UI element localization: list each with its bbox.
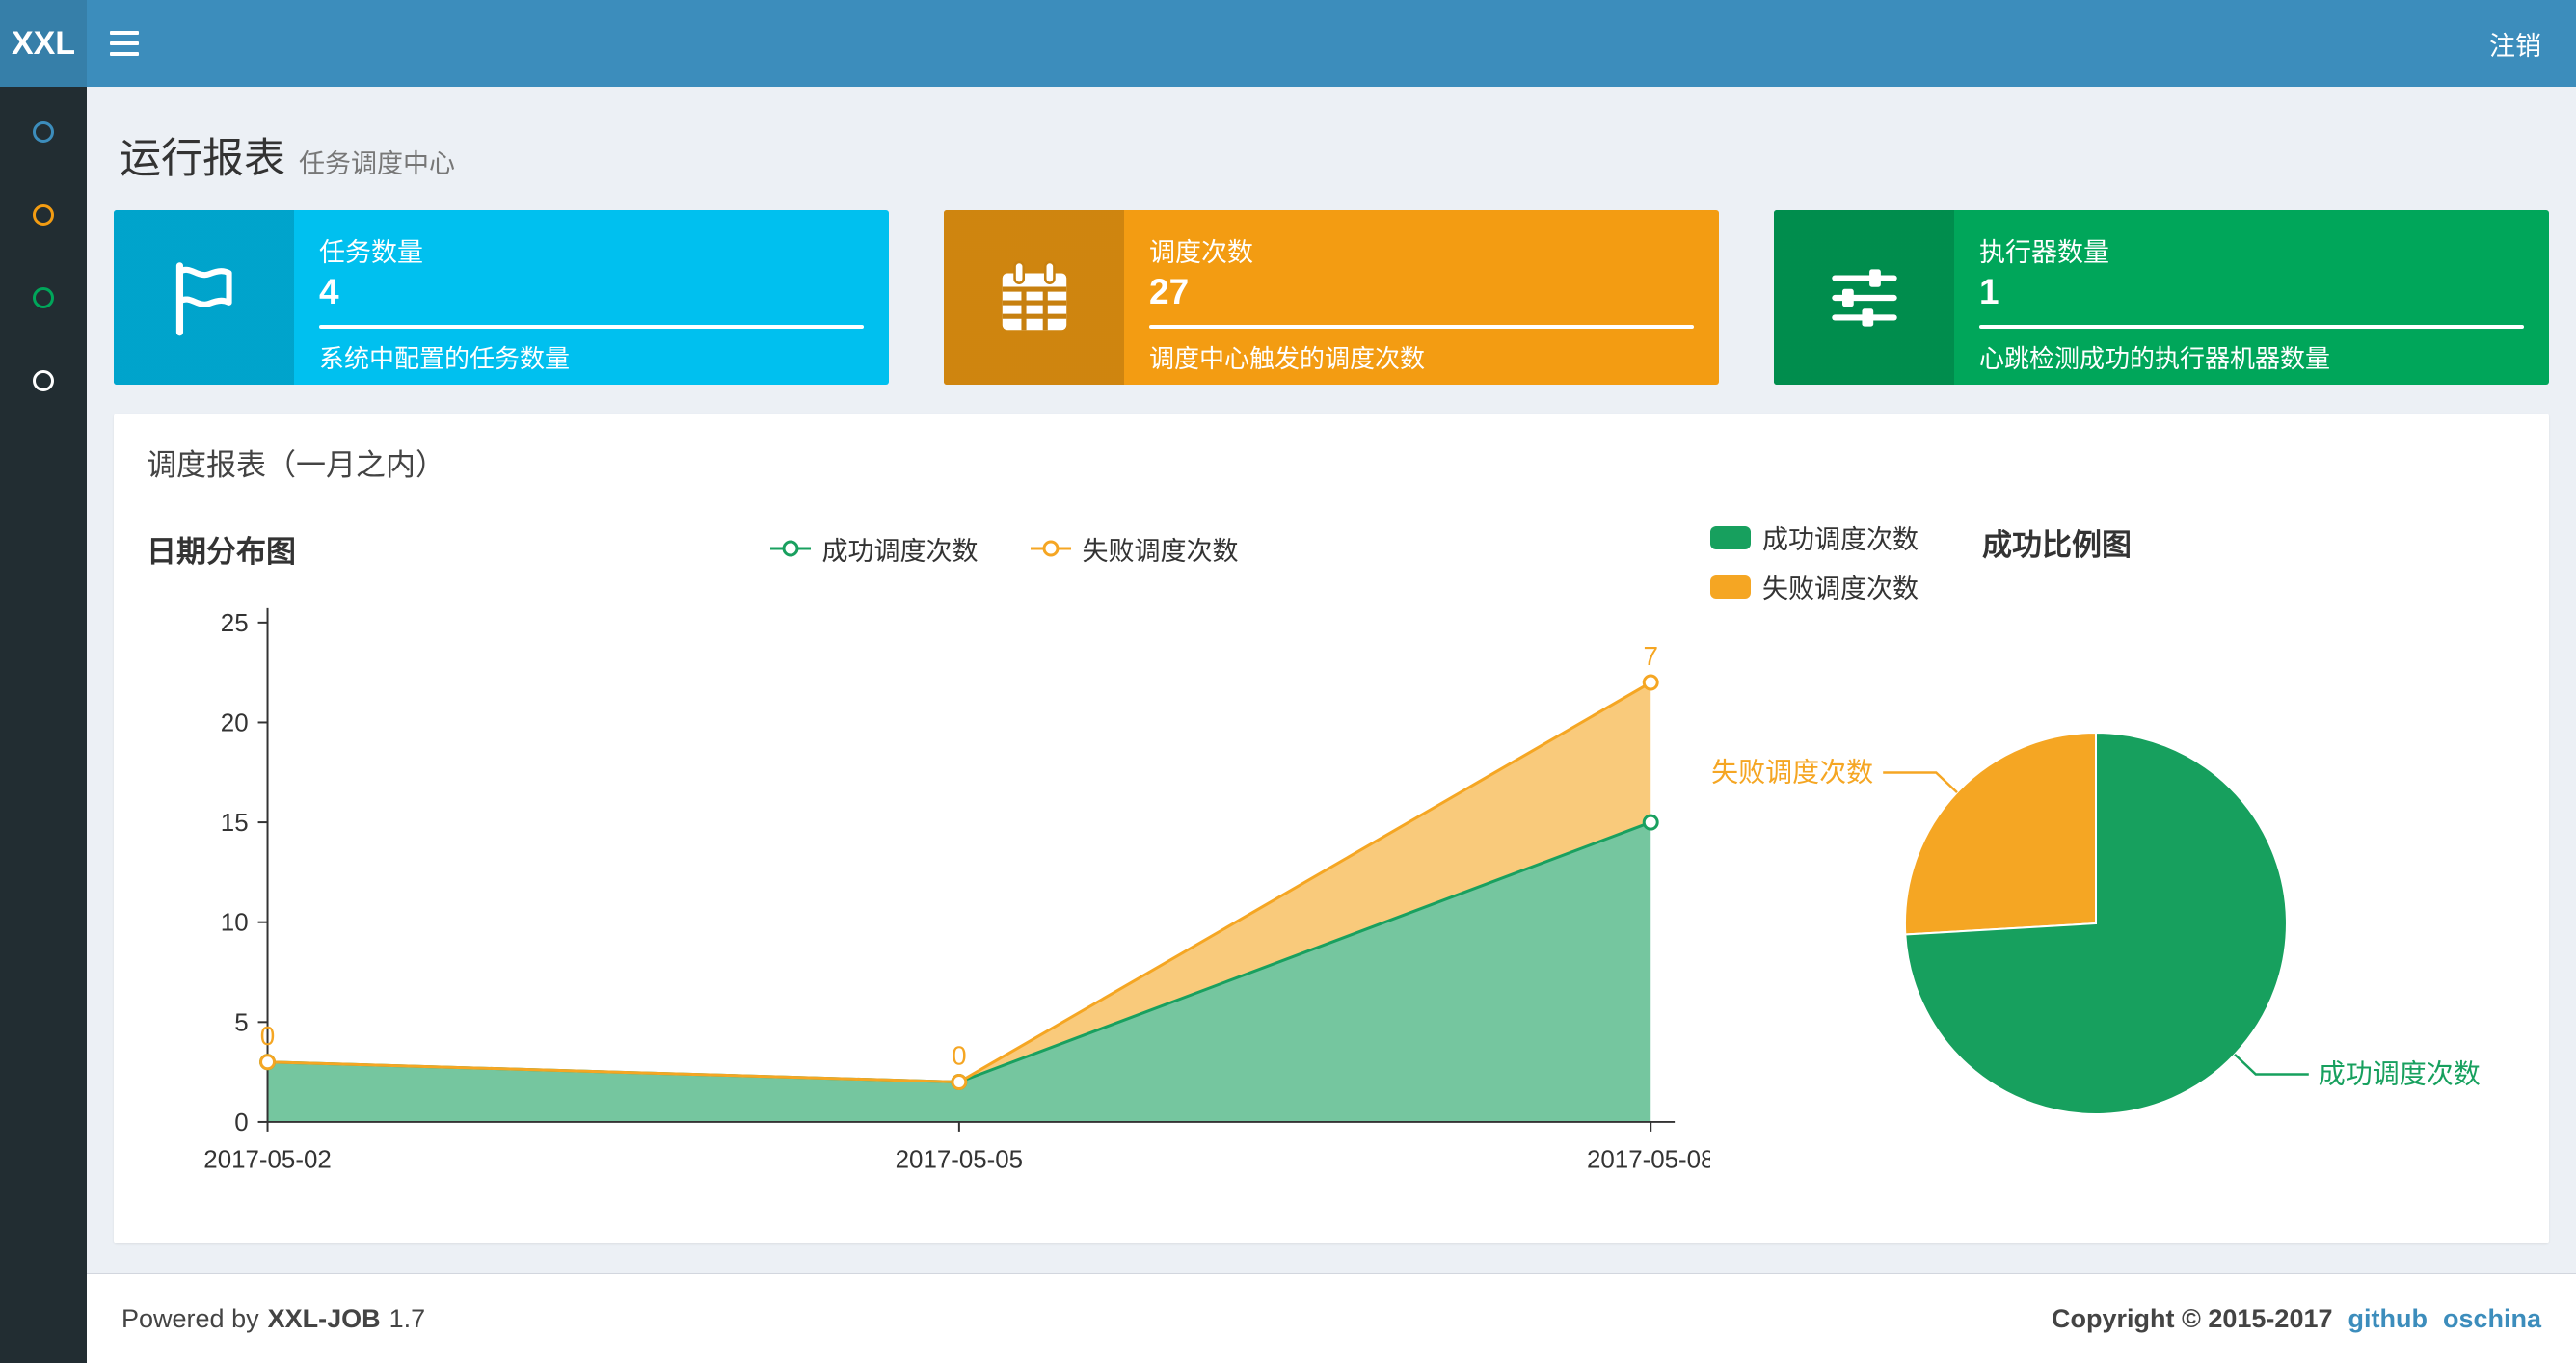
- page-title-text: 运行报表: [120, 136, 285, 182]
- pie-legend-item-success[interactable]: 成功调度次数: [1710, 519, 1919, 556]
- info-box-title: 任务数量: [319, 238, 423, 267]
- legend-swatch: [1710, 525, 1751, 549]
- copyright-text: Copyright © 2015-2017: [2051, 1303, 2333, 1333]
- info-box-progress: [1149, 325, 1694, 329]
- svg-text:成功调度次数: 成功调度次数: [2319, 1059, 2481, 1089]
- circle-o-icon: [33, 370, 54, 391]
- pie-chart-section: 成功调度次数 失败调度次数 成功比例图 失败调度次数 成功调度次数: [1710, 513, 2520, 1203]
- pie-chart-header: 成功调度次数 失败调度次数 成功比例图: [1710, 513, 2520, 605]
- circle-o-icon: [33, 287, 54, 308]
- svg-text:7: 7: [1643, 641, 1658, 671]
- top-navbar: XXL 注销: [0, 0, 2576, 87]
- info-box-value: 1: [1979, 272, 1999, 311]
- legend-item-success[interactable]: 成功调度次数: [768, 530, 979, 568]
- info-box-3: 执行器数量 1 心跳检测成功的执行器机器数量: [1774, 210, 2549, 385]
- info-box-progress: [1979, 325, 2524, 329]
- info-box-progress: [319, 325, 864, 329]
- line-chart-legend: 成功调度次数 失败调度次数: [296, 530, 1710, 568]
- info-box-content: 执行器数量 1 心跳检测成功的执行器机器数量: [1954, 210, 2549, 385]
- powered-by: Powered by XXL-JOB 1.7: [121, 1303, 426, 1333]
- info-box-desc: 心跳检测成功的执行器机器数量: [1979, 344, 2331, 373]
- page-footer: Powered by XXL-JOB 1.7 Copyright © 2015-…: [87, 1273, 2576, 1363]
- svg-text:失败调度次数: 失败调度次数: [1711, 758, 1873, 788]
- svg-text:2017-05-05: 2017-05-05: [896, 1147, 1023, 1174]
- pie-chart-title: 成功比例图: [1982, 528, 2132, 562]
- pie-chart: 失败调度次数成功调度次数: [1710, 605, 2520, 1203]
- product-name: XXL-JOB: [267, 1303, 381, 1333]
- svg-text:25: 25: [221, 610, 249, 637]
- svg-text:10: 10: [221, 910, 249, 937]
- app-logo[interactable]: XXL: [0, 0, 87, 87]
- info-box-title: 调度次数: [1149, 238, 1253, 267]
- info-box-title: 执行器数量: [1979, 238, 2109, 267]
- panel-body: 日期分布图 成功调度次数 失败调度次数 0 5 10 15 20 25 2017-05-02 2…: [114, 492, 2549, 1243]
- calendar-icon: [944, 210, 1124, 385]
- content-header: 运行报表 任务调度中心: [114, 87, 2549, 210]
- svg-text:0: 0: [234, 1109, 248, 1136]
- legend-label: 成功调度次数: [1762, 525, 1919, 554]
- main-content: 运行报表 任务调度中心 任务数量 4 系统中配置的任务数量 调度次数 27 调度中心触发的…: [87, 87, 2576, 1273]
- navbar-content: 注销: [87, 0, 2576, 87]
- info-box-value: 27: [1149, 272, 1190, 311]
- legend-label: 失败调度次数: [1082, 536, 1239, 566]
- sidebar-menu: [0, 87, 87, 391]
- sidebar-toggle-button[interactable]: [87, 0, 162, 87]
- line-chart-header: 日期分布图 成功调度次数 失败调度次数: [143, 513, 1710, 584]
- svg-text:5: 5: [234, 1009, 248, 1036]
- sidebar-item-3[interactable]: [0, 287, 87, 308]
- info-box-2: 调度次数 27 调度中心触发的调度次数: [944, 210, 1719, 385]
- info-boxes-row: 任务数量 4 系统中配置的任务数量 调度次数 27 调度中心触发的调度次数 执行器数量 1 心跳…: [114, 210, 2549, 385]
- hamburger-icon: [110, 31, 139, 35]
- legend-label: 失败调度次数: [1762, 575, 1919, 603]
- sliders-icon: [1774, 210, 1954, 385]
- page-subtitle: 任务调度中心: [299, 149, 455, 178]
- info-box-desc: 系统中配置的任务数量: [319, 344, 571, 373]
- report-panel: 调度报表（一月之内） 日期分布图 成功调度次数 失败调度次数 0 5 10 15 20 25…: [114, 414, 2549, 1243]
- legend-swatch: [1710, 575, 1751, 599]
- legend-label: 成功调度次数: [821, 536, 979, 566]
- info-box-desc: 调度中心触发的调度次数: [1149, 344, 1426, 373]
- circle-o-icon: [33, 121, 54, 143]
- line-series-icon: [769, 540, 811, 557]
- github-link[interactable]: github: [2348, 1304, 2428, 1334]
- svg-text:2017-05-08: 2017-05-08: [1587, 1147, 1710, 1174]
- svg-text:0: 0: [260, 1021, 276, 1051]
- product-version: 1.7: [389, 1303, 426, 1333]
- svg-text:0: 0: [952, 1041, 967, 1071]
- logout-link[interactable]: 注销: [2455, 0, 2576, 87]
- panel-title: 调度报表（一月之内）: [147, 448, 445, 482]
- info-box-value: 4: [319, 272, 339, 311]
- pie-legend-item-fail[interactable]: 失败调度次数: [1710, 568, 1919, 605]
- circle-o-icon: [33, 204, 54, 226]
- pie-chart-legend: 成功调度次数 失败调度次数: [1710, 519, 1919, 605]
- copyright-area: Copyright © 2015-2017 github oschina: [2052, 1304, 2541, 1334]
- legend-item-fail[interactable]: 失败调度次数: [1029, 530, 1239, 568]
- svg-text:20: 20: [221, 709, 249, 736]
- page-title: 运行报表 任务调度中心: [120, 125, 2543, 185]
- sidebar: [0, 87, 87, 1363]
- oschina-link[interactable]: oschina: [2443, 1304, 2541, 1334]
- info-box-content: 调度次数 27 调度中心触发的调度次数: [1124, 210, 1719, 385]
- sidebar-item-1[interactable]: [0, 121, 87, 143]
- sidebar-item-4[interactable]: [0, 370, 87, 391]
- line-series-icon: [1030, 540, 1071, 557]
- info-box-content: 任务数量 4 系统中配置的任务数量: [294, 210, 889, 385]
- flag-icon: [114, 210, 294, 385]
- line-chart-section: 日期分布图 成功调度次数 失败调度次数 0 5 10 15 20 25 2017-05-02 2…: [143, 513, 1710, 1203]
- line-chart: 0 5 10 15 20 25 2017-05-02 2017-05-05 2017-05-08…: [143, 584, 1710, 1199]
- info-box-1: 任务数量 4 系统中配置的任务数量: [114, 210, 889, 385]
- sidebar-item-2[interactable]: [0, 204, 87, 226]
- svg-text:15: 15: [221, 810, 249, 837]
- line-chart-title: 日期分布图: [147, 534, 296, 569]
- svg-text:2017-05-02: 2017-05-02: [203, 1147, 331, 1174]
- app-logo-text: XXL: [11, 24, 76, 62]
